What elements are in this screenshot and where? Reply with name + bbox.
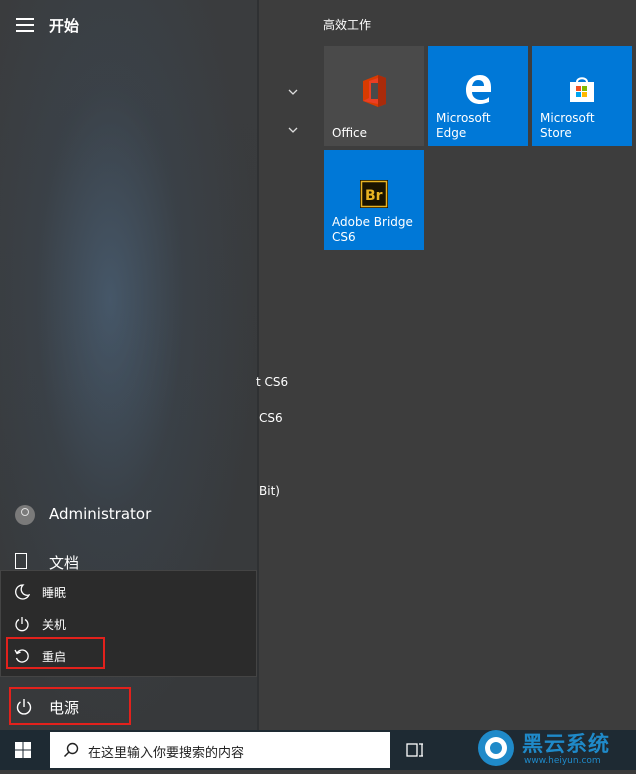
store-icon: [567, 74, 597, 108]
user-icon: [21, 508, 29, 516]
restart-highlight-box: [6, 637, 105, 669]
app-list-item[interactable]: Bit): [259, 484, 280, 498]
search-placeholder: 在这里输入你要搜索的内容: [88, 746, 245, 761]
app-list-item[interactable]: CS6: [259, 411, 283, 425]
watermark: 黑云系统 www.heiyun.com: [470, 724, 636, 770]
svg-text:Br: Br: [365, 188, 383, 204]
moon-icon: [14, 584, 31, 600]
power-highlight-box: [9, 687, 131, 725]
user-name[interactable]: Administrator: [49, 505, 151, 523]
tile-microsoft-edge[interactable]: Microsoft Edge: [428, 46, 528, 146]
power-menu-item-shutdown[interactable]: 关机: [0, 609, 257, 639]
watermark-sub: www.heiyun.com: [524, 756, 601, 766]
office-icon: [359, 74, 389, 112]
watermark-text: 黑云系统: [522, 732, 610, 756]
document-icon[interactable]: [15, 553, 27, 569]
edge-icon: [463, 74, 493, 108]
tile-adobe-bridge[interactable]: Br Adobe Bridge CS6: [324, 150, 424, 250]
tile-label: Microsoft Store: [540, 111, 595, 140]
tile-group-title: 高效工作: [323, 18, 372, 32]
app-list-item[interactable]: t CS6: [256, 375, 288, 389]
tile-label: Office: [332, 126, 368, 140]
tile-label: Microsoft Edge: [436, 111, 491, 140]
power-menu-label: 睡眠: [42, 586, 67, 600]
tile-label: Adobe Bridge CS6: [332, 215, 413, 244]
bridge-icon: Br: [360, 180, 388, 212]
hamburger-menu-icon[interactable]: [16, 18, 34, 32]
task-view-icon[interactable]: [405, 740, 425, 760]
power-menu-label: 关机: [42, 618, 67, 632]
start-title: 开始: [49, 17, 80, 35]
search-icon: [63, 742, 79, 758]
tile-microsoft-store[interactable]: Microsoft Store: [532, 46, 632, 146]
power-menu-item-sleep[interactable]: 睡眠: [0, 577, 257, 607]
watermark-logo-icon: [478, 730, 514, 766]
windows-logo-icon: [15, 742, 31, 758]
tile-office[interactable]: Office: [324, 46, 424, 146]
pane-divider: [257, 0, 259, 730]
chevron-down-icon[interactable]: [288, 124, 298, 137]
power-icon: [14, 616, 30, 632]
windows-start-button[interactable]: [0, 730, 47, 770]
chevron-down-icon[interactable]: [288, 86, 298, 99]
